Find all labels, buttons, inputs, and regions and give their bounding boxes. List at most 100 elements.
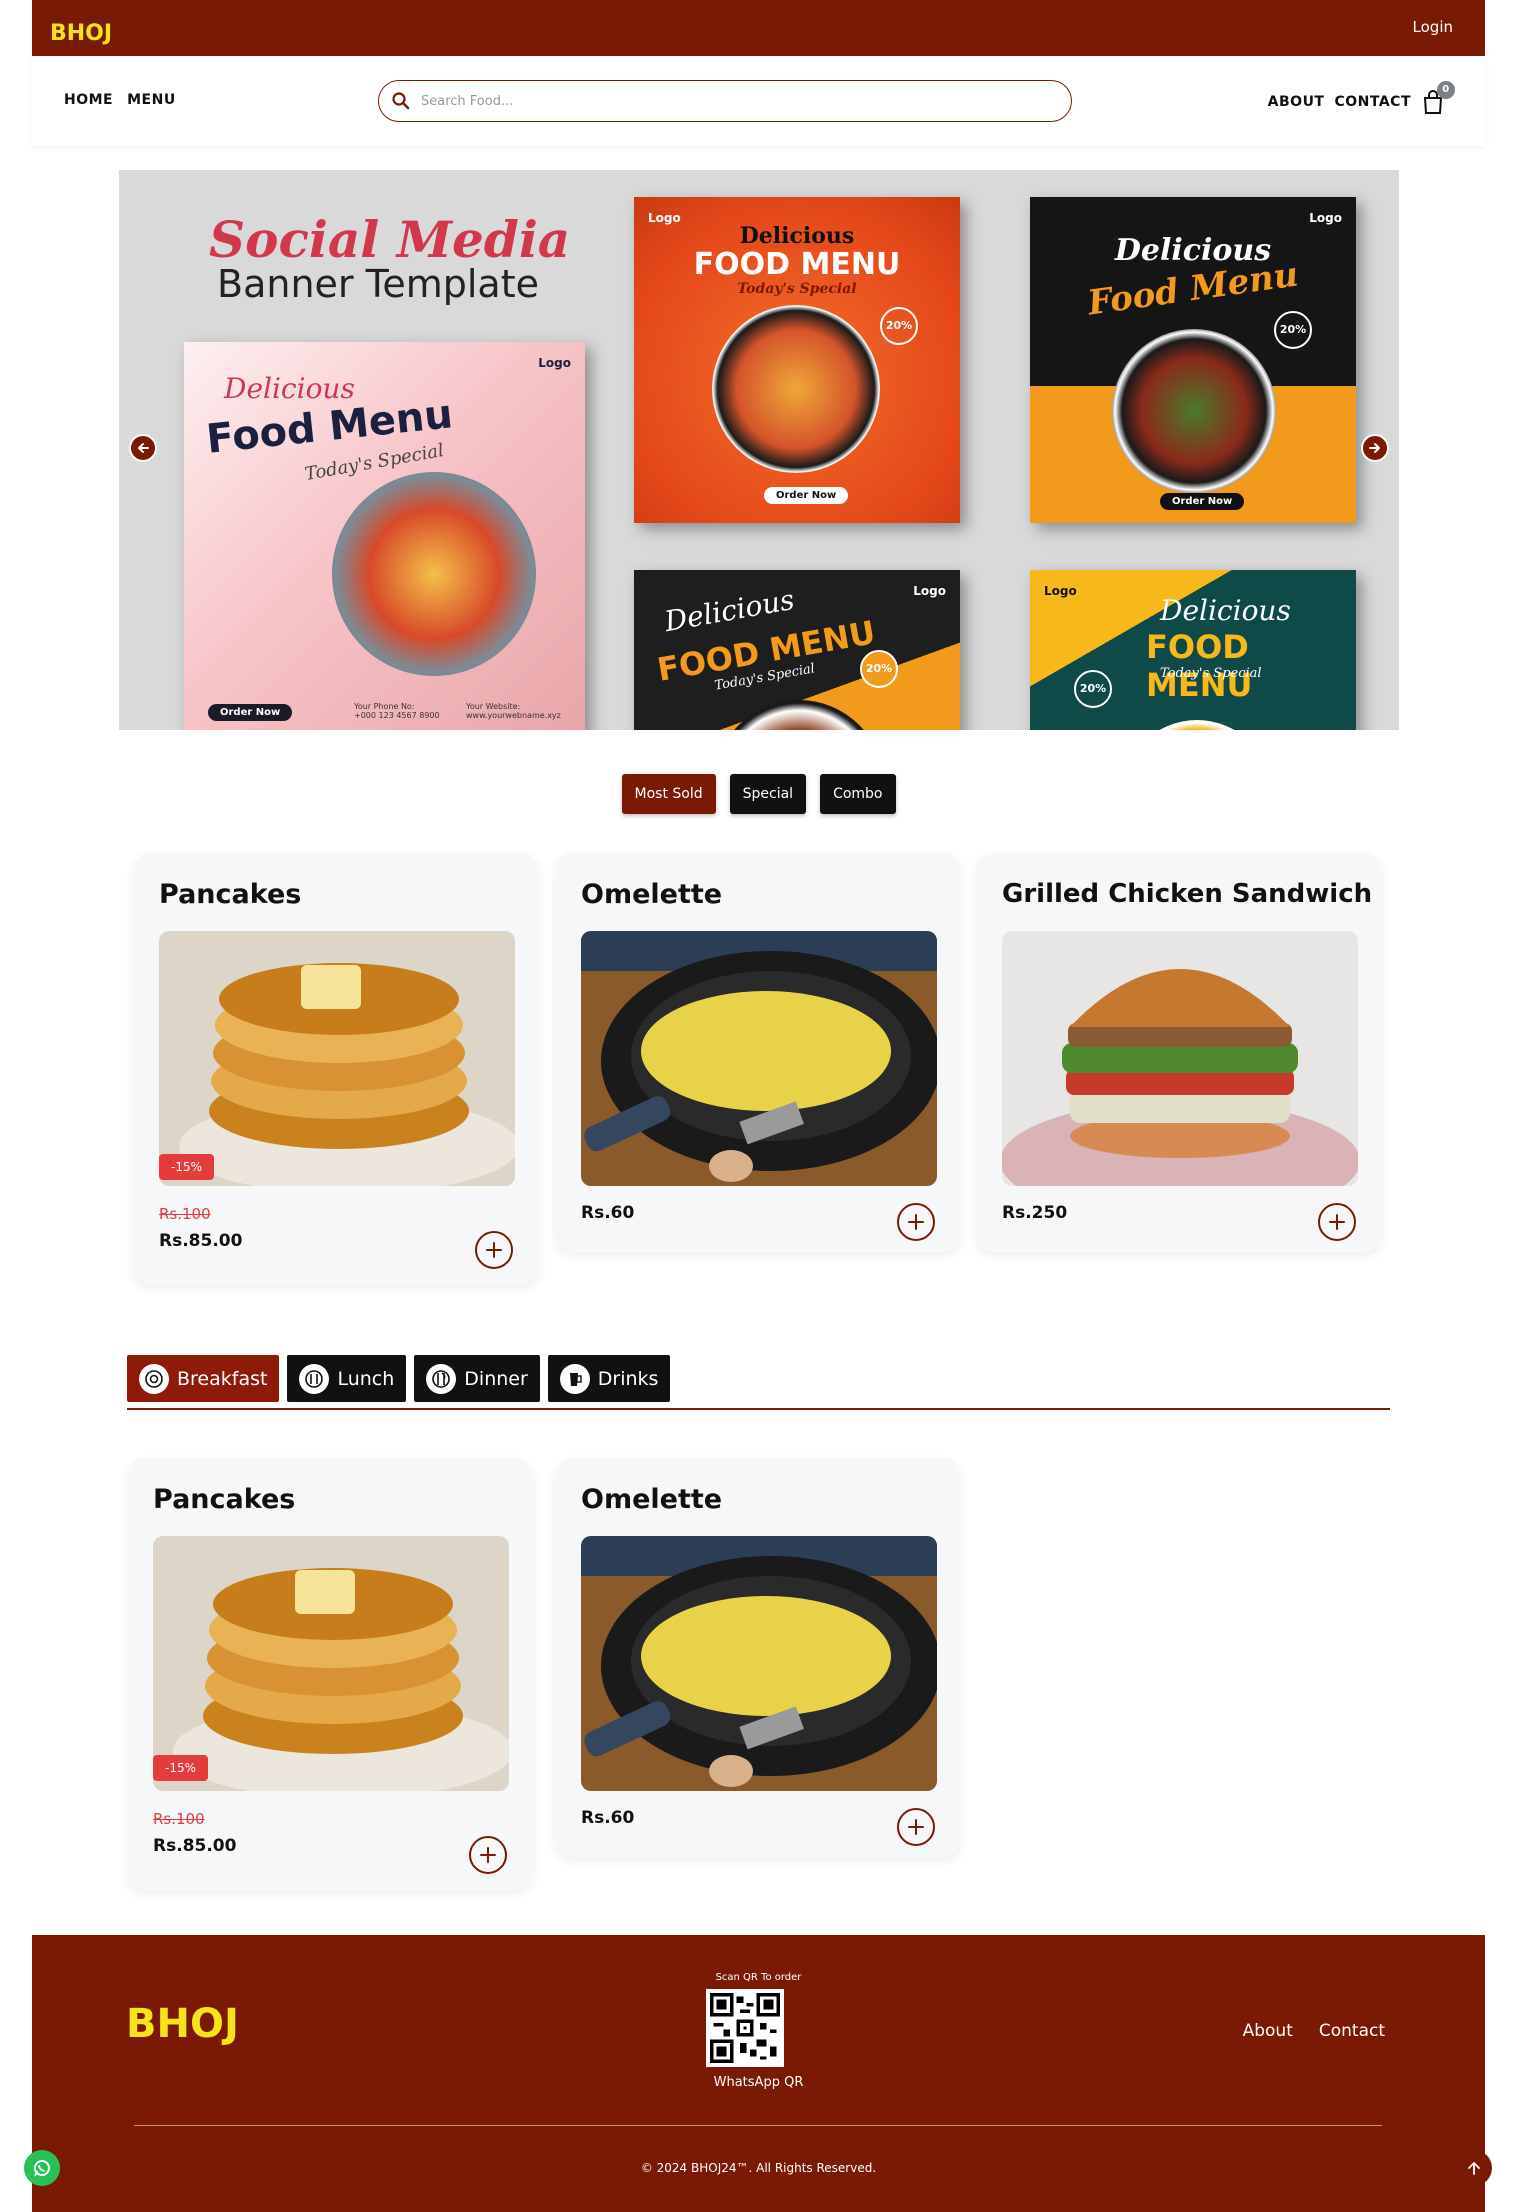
bhoj-logo[interactable]: BHOJ xyxy=(48,4,128,48)
plus-icon xyxy=(908,1819,924,1835)
footer-contact-link[interactable]: Contact xyxy=(1319,2021,1385,2041)
banner-phone: Your Phone No: +000 123 4567 8900 xyxy=(354,702,440,720)
login-link[interactable]: Login xyxy=(1413,18,1453,36)
carousel-prev-button[interactable] xyxy=(129,434,157,462)
order-now-button: Order Now xyxy=(208,704,293,721)
footer-divider xyxy=(134,2125,1382,2126)
category-tabs: Breakfast Lunch Dinner Drinks xyxy=(127,1355,671,1402)
top-bar: BHOJ Login xyxy=(32,0,1485,56)
scroll-to-top-button[interactable] xyxy=(1456,2150,1492,2186)
hero-title: Social Media xyxy=(209,210,571,269)
qr-caption-top: Scan QR To order xyxy=(715,1972,802,1983)
arrow-up-icon xyxy=(1468,2162,1480,2175)
banner-logo-label: Logo xyxy=(1309,211,1342,225)
banner-heading: Delicious xyxy=(1160,594,1291,627)
food-card-title: Pancakes xyxy=(159,879,302,910)
whatsapp-icon xyxy=(34,2160,50,2177)
promo-banner-1: Logo Delicious Food Menu Today's Special… xyxy=(184,342,585,730)
pancakes-image: -15% xyxy=(159,931,515,1186)
price: Rs.60 xyxy=(581,1808,635,1828)
pancakes-image: -15% xyxy=(153,1536,509,1791)
nav-about[interactable]: ABOUT xyxy=(1268,94,1325,110)
search-input[interactable] xyxy=(421,93,1021,109)
banner-heading: Delicious xyxy=(224,372,355,405)
pasta-plate-image xyxy=(332,472,536,676)
banner-logo-label: Logo xyxy=(1044,584,1077,598)
omelette-photo xyxy=(581,1536,937,1791)
tab-label: Breakfast xyxy=(177,1367,268,1390)
add-to-cart-button[interactable] xyxy=(475,1231,513,1269)
filter-combo[interactable]: Combo xyxy=(820,774,896,814)
tab-lunch[interactable]: Lunch xyxy=(287,1355,407,1402)
food-card-title: Omelette xyxy=(581,879,723,910)
cart-count-badge: 0 xyxy=(1437,81,1455,99)
old-price: Rs.100 xyxy=(159,1205,211,1223)
add-to-cart-button[interactable] xyxy=(469,1836,507,1874)
omelette-image xyxy=(581,1536,937,1791)
banner-logo-label: Logo xyxy=(538,356,571,370)
banner-tagline: Today's Special xyxy=(1160,666,1262,681)
discount-badge: 20% xyxy=(860,650,898,688)
food-card-grilled-chicken-sandwich[interactable]: Grilled Chicken Sandwich Rs.250 xyxy=(976,853,1382,1252)
pancakes-photo xyxy=(153,1536,509,1791)
price: Rs.60 xyxy=(581,1203,635,1223)
whatsapp-chat-button[interactable] xyxy=(24,2150,60,2186)
search-icon xyxy=(392,92,410,110)
qr-pattern xyxy=(710,1993,780,2063)
food-card-pancakes[interactable]: Pancakes -15% Rs.100 Rs.85.00 xyxy=(127,1458,533,1890)
discount-badge: 20% xyxy=(1274,311,1312,349)
page: BHOJ Login HOME MENU ABOUT CONTACT 0 Soc… xyxy=(32,0,1485,2212)
food-card-title: Grilled Chicken Sandwich xyxy=(1002,879,1373,909)
svg-text:BHOJ: BHOJ xyxy=(50,21,112,46)
add-to-cart-button[interactable] xyxy=(897,1808,935,1846)
omelette-image xyxy=(581,931,937,1186)
promo-banner-3: Logo Delicious Food Menu 20% Order Now xyxy=(1030,197,1356,523)
nav-contact[interactable]: CONTACT xyxy=(1334,94,1411,110)
stir-fry-bowl-image xyxy=(1112,329,1276,493)
banner-tagline: Today's Special xyxy=(737,281,857,297)
nav-menu[interactable]: MENU xyxy=(127,92,176,108)
food-card-omelette[interactable]: Omelette Rs.60 xyxy=(555,853,961,1252)
banner-logo-label: Logo xyxy=(913,584,946,598)
nav-home[interactable]: HOME xyxy=(64,92,113,108)
footer-links: About Contact xyxy=(1243,2021,1385,2041)
search-bar[interactable] xyxy=(378,80,1072,122)
promo-banner-4: Logo Delicious FOOD MENU Today's Special… xyxy=(634,570,960,730)
tab-label: Dinner xyxy=(464,1367,528,1390)
sandwich-image xyxy=(1002,931,1358,1186)
copyright-text: © 2024 BHOJ24™. All Rights Reserved. xyxy=(640,2161,877,2175)
filter-most-sold[interactable]: Most Sold xyxy=(621,774,716,814)
filter-special[interactable]: Special xyxy=(729,774,807,814)
food-card-omelette[interactable]: Omelette Rs.60 xyxy=(555,1458,961,1857)
plus-icon xyxy=(1329,1214,1345,1230)
price: Rs.85.00 xyxy=(153,1836,237,1856)
order-now-button: Order Now xyxy=(764,487,849,504)
qr-caption-bottom: WhatsApp QR xyxy=(713,2075,804,2090)
food-card-title: Pancakes xyxy=(153,1484,296,1515)
tab-dinner[interactable]: Dinner xyxy=(414,1355,540,1402)
category-divider xyxy=(127,1408,1390,1410)
tab-breakfast[interactable]: Breakfast xyxy=(127,1355,280,1402)
banner-heading: Delicious xyxy=(739,223,855,249)
discount-badge: -15% xyxy=(153,1755,209,1781)
cart-button[interactable]: 0 xyxy=(1421,81,1455,115)
food-card-pancakes[interactable]: Pancakes -15% Rs.100 Rs.85.00 xyxy=(133,853,539,1285)
penne-bowl-image xyxy=(712,305,880,473)
footer-bhoj-logo[interactable]: BHOJ xyxy=(122,1979,252,2049)
footer-about-link[interactable]: About xyxy=(1243,2021,1293,2041)
hero-banner: Social Media Banner Template Logo Delici… xyxy=(119,170,1399,730)
carousel-next-button[interactable] xyxy=(1361,434,1389,462)
tab-drinks[interactable]: Drinks xyxy=(547,1355,671,1402)
add-to-cart-button[interactable] xyxy=(1318,1203,1356,1241)
nav-right: ABOUT CONTACT 0 xyxy=(1268,81,1455,115)
promo-banner-2: Logo Delicious FOOD MENU Today's Special… xyxy=(634,197,960,523)
tab-label: Drinks xyxy=(597,1367,659,1390)
arrow-right-icon xyxy=(1369,443,1380,453)
food-card-title: Omelette xyxy=(581,1484,723,1515)
price: Rs.85.00 xyxy=(159,1231,243,1251)
svg-text:BHOJ: BHOJ xyxy=(126,2001,239,2047)
plus-icon xyxy=(480,1847,496,1863)
add-to-cart-button[interactable] xyxy=(897,1203,935,1241)
order-now-button: Order Now xyxy=(1160,493,1245,510)
omelette-photo xyxy=(581,931,937,1186)
